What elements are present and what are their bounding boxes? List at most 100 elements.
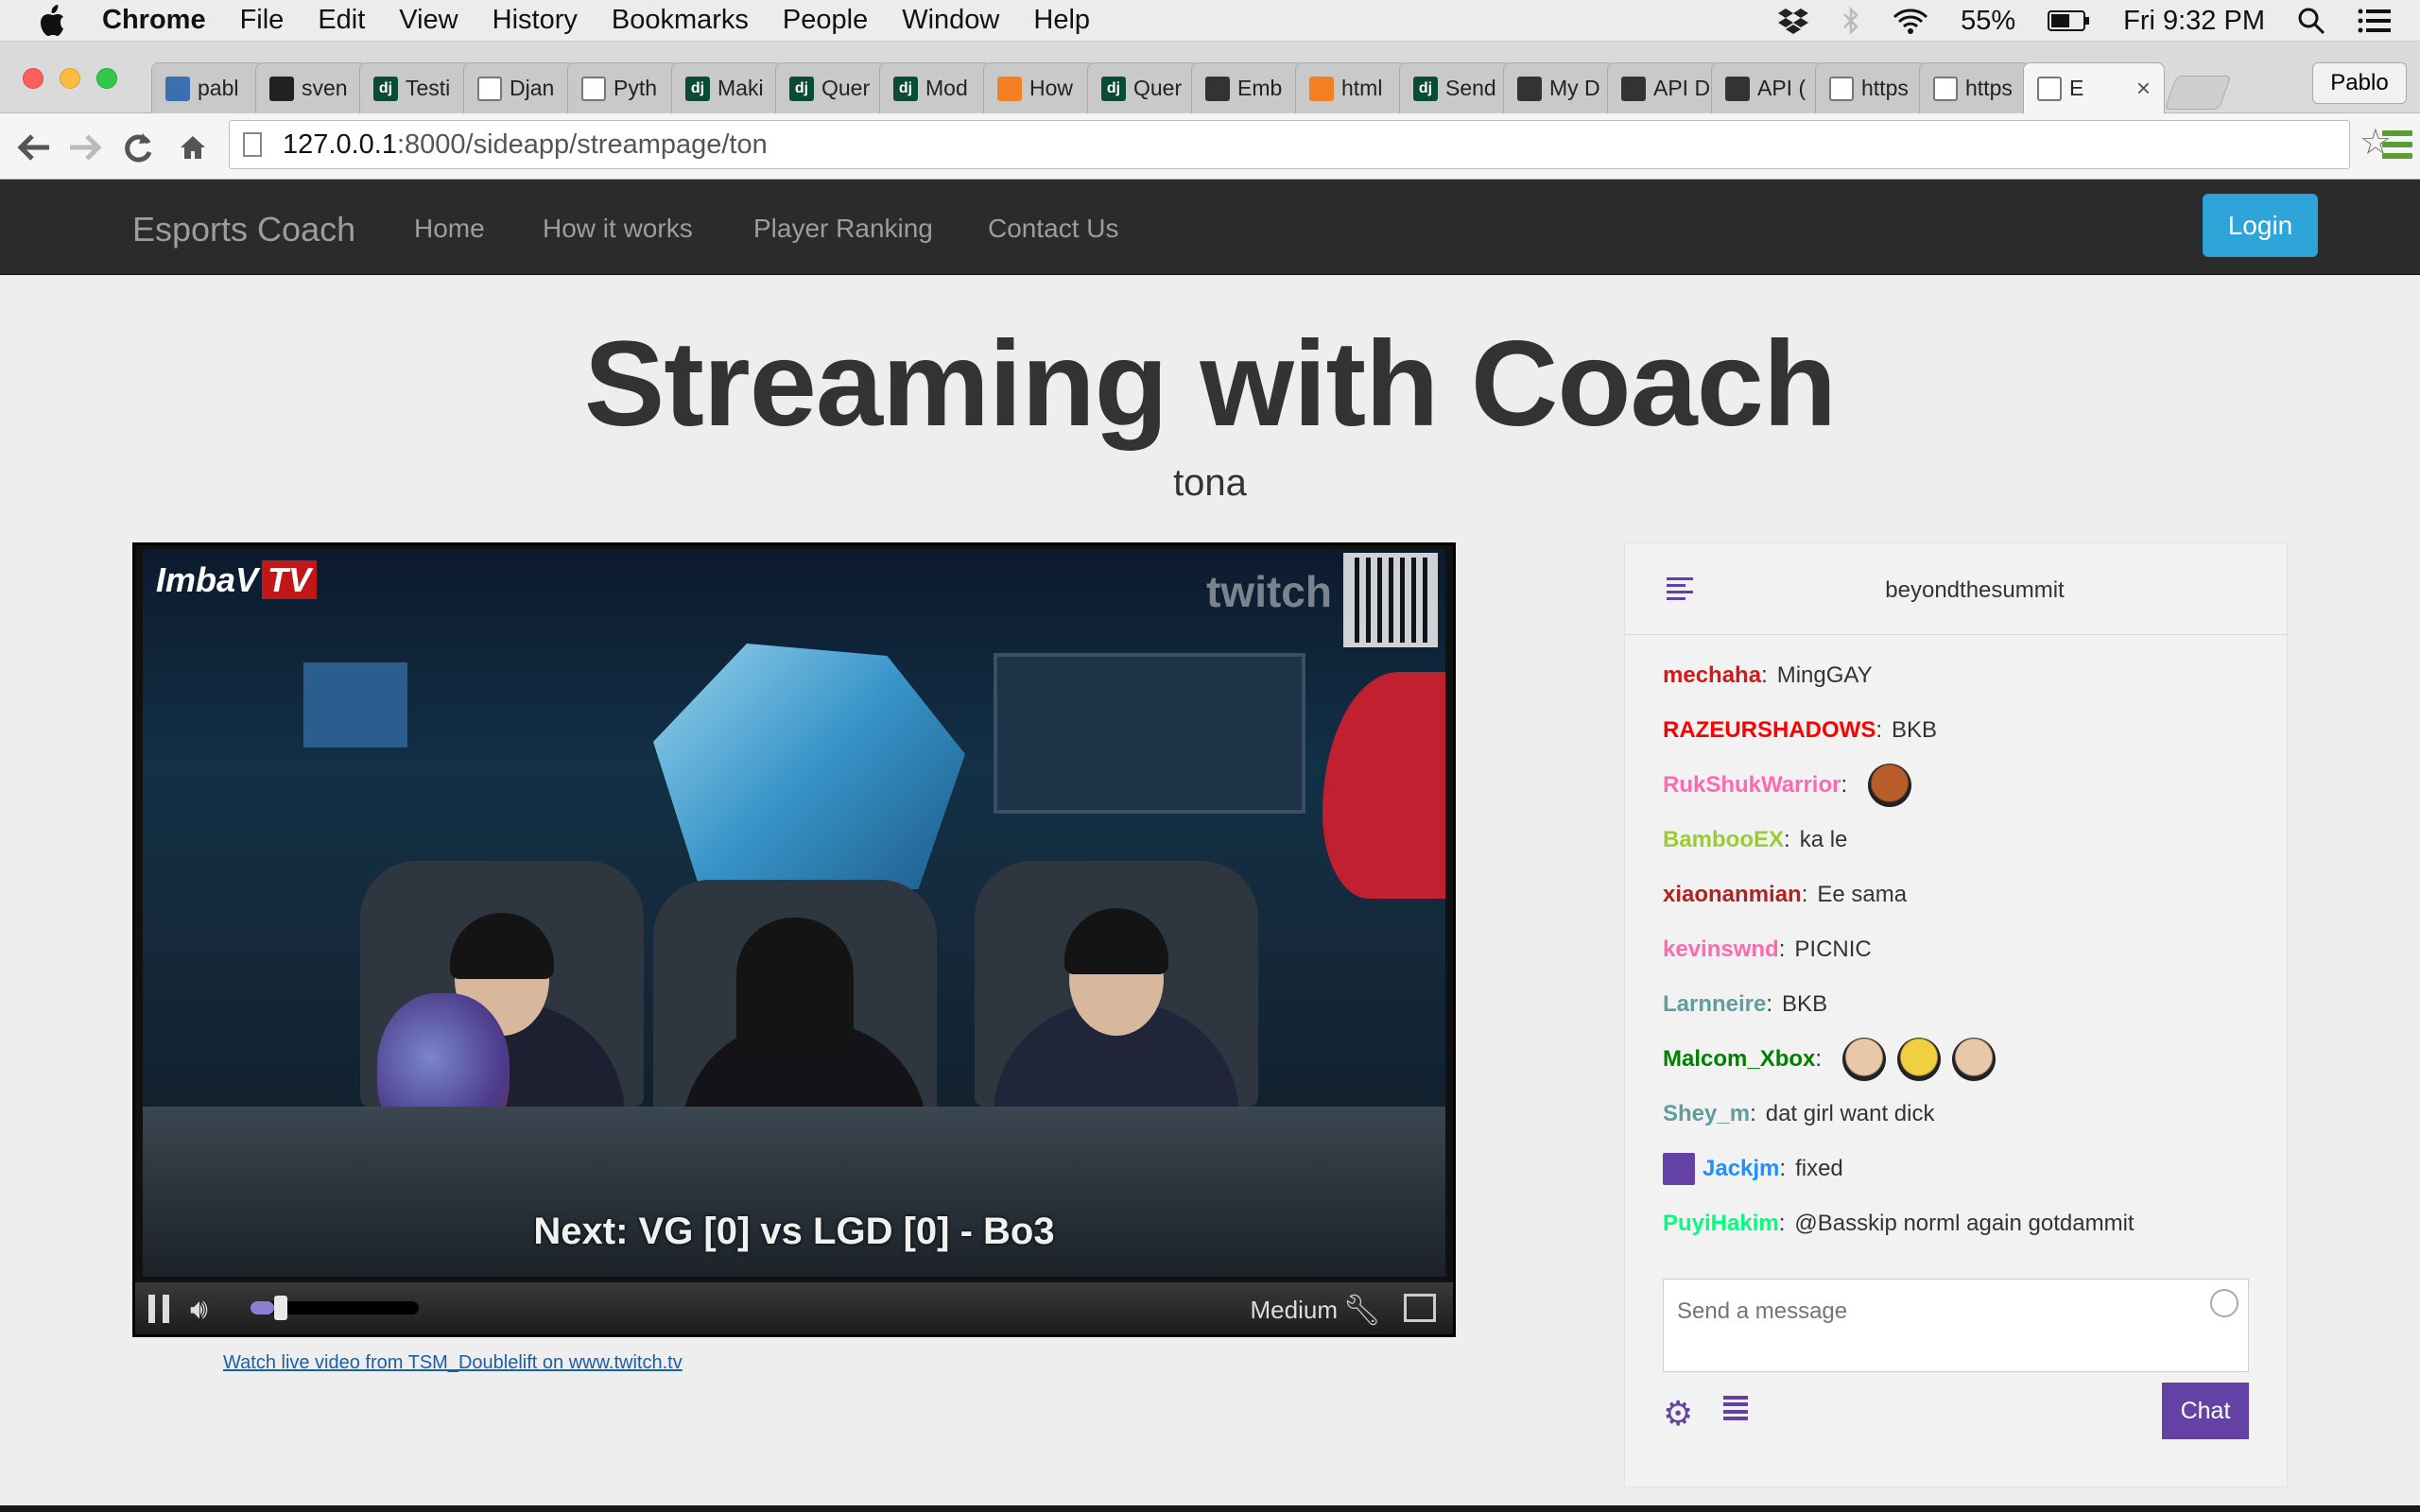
profile-button[interactable]: Pablo: [2312, 62, 2407, 104]
window-minimize-button[interactable]: [60, 68, 80, 89]
browser-tab[interactable]: dj Testi: [359, 62, 471, 113]
chat-username[interactable]: RAZEURSHADOWS: [1663, 717, 1876, 744]
chat-messages[interactable]: mechaha: MingGAY RAZEURSHADOWS: BKB RukShukW…: [1663, 638, 2268, 1266]
reload-button[interactable]: [119, 129, 157, 166]
tab-close-icon[interactable]: ×: [2136, 74, 2151, 103]
heart-icon: [1517, 76, 1542, 101]
tab-title: E: [2069, 76, 2084, 100]
video-frame[interactable]: ImbaV TV twitch Next: VG [0] vs LGD [0] -…: [143, 549, 1445, 1277]
wrench-icon[interactable]: 🔧︎: [1342, 1292, 1381, 1328]
window-zoom-button[interactable]: [96, 68, 117, 89]
chat-username[interactable]: PuyiHakim: [1663, 1211, 1779, 1237]
browser-tab[interactable]: dj Quer: [775, 62, 887, 113]
menu-bookmarks[interactable]: Bookmarks: [612, 5, 749, 36]
volume-slider[interactable]: [251, 1296, 419, 1320]
browser-tab[interactable]: dj Mod: [879, 62, 991, 113]
menu-people[interactable]: People: [783, 5, 868, 36]
tab-title: Emb: [1237, 76, 1283, 100]
menubar-clock[interactable]: Fri 9:32 PM: [2123, 6, 2265, 37]
browser-tab[interactable]: E ×: [2023, 62, 2165, 113]
watch-on-twitch-link[interactable]: Watch live video from TSM_Doublelift on …: [223, 1352, 683, 1374]
background-window-strip: [0, 1505, 2420, 1512]
browser-tab[interactable]: sven: [255, 62, 367, 113]
chat-message-input[interactable]: [1664, 1280, 2193, 1336]
bluetooth-icon[interactable]: [1841, 6, 1860, 36]
browser-tab[interactable]: https: [1815, 62, 1927, 113]
quality-selector[interactable]: Medium: [1251, 1296, 1338, 1325]
volume-handle[interactable]: [273, 1296, 287, 1320]
qr-code: [1343, 553, 1438, 647]
chat-input-box[interactable]: [1663, 1279, 2249, 1372]
chat-message: RAZEURSHADOWS: BKB: [1663, 712, 1937, 749]
chat-username[interactable]: kevinswnd: [1663, 936, 1779, 963]
viewer-list-icon[interactable]: [1723, 1396, 1748, 1420]
browser-tab[interactable]: pabl: [151, 62, 263, 113]
browser-tab[interactable]: dj Quer: [1087, 62, 1199, 113]
github-icon: [269, 76, 294, 101]
browser-tab[interactable]: Pyth: [567, 62, 679, 113]
battery-icon[interactable]: [2048, 9, 2091, 32]
chat-username[interactable]: Malcom_Xbox: [1663, 1046, 1815, 1073]
window-close-button[interactable]: [23, 68, 43, 89]
chat-separator: :: [1784, 827, 1790, 852]
notification-center-icon[interactable]: [2358, 8, 2392, 34]
nav-contact-us[interactable]: Contact Us: [988, 214, 1119, 244]
nav-player-ranking[interactable]: Player Ranking: [753, 214, 933, 244]
nav-how-it-works[interactable]: How it works: [543, 214, 693, 244]
menu-app-name[interactable]: Chrome: [102, 5, 206, 36]
chat-send-button[interactable]: Chat: [2162, 1383, 2249, 1439]
browser-tab[interactable]: How: [983, 62, 1095, 113]
chat-username[interactable]: Larnneire: [1663, 991, 1766, 1018]
chat-settings-gear-icon[interactable]: ⚙: [1663, 1394, 1693, 1434]
menu-file[interactable]: File: [240, 5, 285, 36]
address-bar[interactable]: 127.0.0.1:8000/sideapp/streampage/ton: [229, 120, 2350, 169]
browser-tab[interactable]: Djan: [463, 62, 575, 113]
spotlight-search-icon[interactable]: [2297, 7, 2325, 35]
squarespace-icon: [1205, 76, 1230, 101]
browser-tab[interactable]: API (: [1711, 62, 1823, 113]
site-brand[interactable]: Esports Coach: [132, 210, 355, 249]
chrome-menu-icon[interactable]: [2382, 130, 2412, 159]
browser-tab[interactable]: Emb: [1191, 62, 1303, 113]
chat-username[interactable]: xiaonanmian: [1663, 882, 1802, 908]
browser-tab[interactable]: html: [1295, 62, 1407, 113]
browser-tab[interactable]: dj Maki: [671, 62, 783, 113]
chat-separator: :: [1750, 1101, 1756, 1126]
browser-tab[interactable]: https: [1919, 62, 2031, 113]
wifi-icon[interactable]: [1893, 7, 1928, 35]
fullscreen-icon[interactable]: [1404, 1294, 1436, 1322]
chat-message: Shey_m: dat girl want dick: [1663, 1095, 1934, 1133]
chat-username[interactable]: Shey_m: [1663, 1101, 1750, 1127]
chat-username[interactable]: RukShukWarrior: [1663, 772, 1841, 799]
chat-separator: :: [1815, 1046, 1823, 1072]
volume-icon[interactable]: 🔊︎: [190, 1294, 208, 1326]
arrow-left-icon: [17, 134, 49, 161]
forward-button[interactable]: [66, 129, 104, 166]
dropbox-icon[interactable]: [1777, 7, 1809, 35]
video-player[interactable]: ImbaV TV twitch Next: VG [0] vs LGD [0] -…: [132, 542, 1456, 1337]
back-button[interactable]: [15, 129, 53, 166]
page-icon: [581, 76, 606, 101]
chat-username[interactable]: BambooEX: [1663, 827, 1784, 853]
browser-tab[interactable]: dj Send: [1399, 62, 1511, 113]
player-controls: 🔊︎ Medium 🔧︎: [135, 1282, 1453, 1334]
home-button[interactable]: [174, 129, 212, 166]
menu-view[interactable]: View: [399, 5, 458, 36]
menu-window[interactable]: Window: [902, 5, 999, 36]
new-tab-button[interactable]: [2164, 76, 2232, 110]
chat-username[interactable]: mechaha: [1663, 662, 1761, 689]
browser-tab[interactable]: My D: [1503, 62, 1615, 113]
menu-edit[interactable]: Edit: [318, 5, 365, 36]
menu-help[interactable]: Help: [1033, 5, 1090, 36]
browser-tab[interactable]: API D: [1607, 62, 1719, 113]
battery-percent[interactable]: 55%: [1961, 6, 2015, 37]
login-button[interactable]: Login: [2203, 194, 2318, 257]
chat-username[interactable]: Jackjm: [1703, 1156, 1779, 1182]
emoticon-icon[interactable]: [2210, 1289, 2238, 1317]
apple-icon[interactable]: [38, 4, 66, 37]
nav-home[interactable]: Home: [414, 214, 485, 244]
menu-history[interactable]: History: [493, 5, 578, 36]
chat-message-text: @Basskip norml again gotdammit: [1794, 1211, 2135, 1236]
chat-separator: :: [1801, 882, 1808, 907]
pause-button[interactable]: [148, 1295, 169, 1323]
